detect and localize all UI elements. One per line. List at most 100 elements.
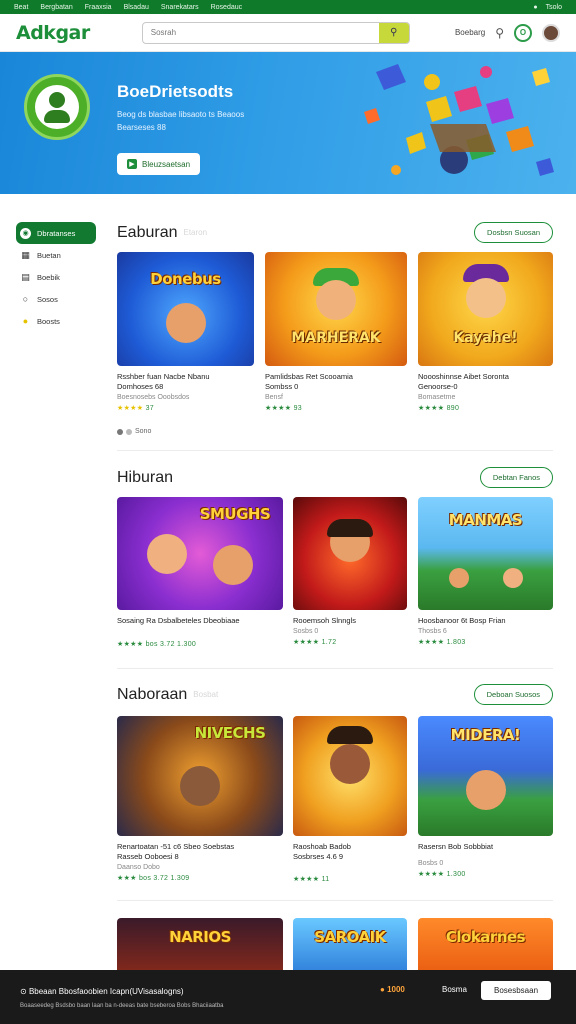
utility-link[interactable]: Beat [14, 4, 28, 11]
game-card[interactable]: Raoshoab Badob Sosbrses 4.6 9 ★★★★ 11 [293, 716, 407, 883]
account-link[interactable]: Boebarg [455, 28, 485, 37]
star-icons: ★★★★ [418, 639, 445, 646]
bell-icon[interactable]: ● [533, 4, 537, 11]
thumbnail-title: MARHERAK [291, 330, 381, 346]
character-face-icon [465, 277, 506, 318]
character-icon [180, 765, 220, 806]
game-card[interactable]: Clokarnes [418, 918, 553, 978]
game-thumbnail[interactable]: SAROAIK [293, 918, 407, 978]
rating: ★★★★ 1.803 [418, 638, 553, 646]
rating-value: 93 [293, 405, 302, 412]
card-title-line: Genoorse-0 [418, 382, 458, 391]
rating-value: 1.300 [446, 871, 466, 878]
section-title: Eaburan [117, 223, 178, 241]
character-icon [165, 302, 206, 343]
game-thumbnail[interactable]: NIVECHS [117, 716, 283, 836]
cookie-message-text: Bbeaan Bbosfaoobien Icapn(UVisasalogns) [28, 987, 184, 996]
game-thumbnail[interactable]: MIDERA! [418, 716, 553, 836]
sidebar-item[interactable]: ○ Sosos [16, 288, 96, 310]
card-title: Hoosbanoor 6t Bosp Frian [418, 616, 506, 625]
play-icon: ▶ [127, 159, 137, 169]
card-meta: Bosbs 0 [418, 860, 444, 867]
game-thumbnail[interactable]: Clokarnes [418, 918, 553, 978]
accept-button[interactable]: Bosesbsaan [481, 981, 551, 1000]
search-input[interactable] [142, 28, 379, 37]
sidebar-item-active[interactable]: ◉ Dbratanses [16, 222, 96, 244]
game-thumbnail[interactable]: MARHERAK [265, 252, 407, 366]
game-card[interactable]: MIDERA! Rasersn Bob Sobbbiat Bosbs 0 ★★★… [418, 716, 553, 878]
see-all-button[interactable]: Dosbsn Suosan [474, 222, 553, 243]
game-card[interactable]: Kayahe! Noooshinnse Aibet Soronta Genoor… [418, 252, 553, 412]
game-card[interactable]: Donebus Rsshber fuan Nacbe Nbanu Domhose… [117, 252, 254, 412]
info-icon: ⊙ [20, 987, 29, 996]
game-thumbnail[interactable] [293, 716, 407, 836]
grid-icon: ▦ [21, 249, 30, 260]
search-icon[interactable]: ⚲ [495, 26, 504, 40]
game-card[interactable]: NARIOS [117, 918, 283, 978]
star-icons: ★★★ [117, 875, 137, 882]
game-card[interactable]: MARHERAK Pamlidsbas Ret Scooamia Sombss … [265, 252, 407, 412]
avatar[interactable] [542, 23, 560, 42]
hero-cta-button[interactable]: ▶ Bleuzsaetsan [117, 153, 201, 175]
wallet-icon[interactable]: O [514, 23, 532, 42]
thumbnail-title: MANMAS [448, 511, 523, 529]
card-title: Noooshinnse Aibet Soronta Genoorse-0 [418, 372, 553, 392]
rating-value: 1.803 [446, 639, 466, 646]
game-card[interactable]: Rooemsoh Slnngls Sosbs 0 ★★★★ 1.72 [293, 497, 407, 646]
section-ghost-label: Etaron [183, 228, 208, 237]
character-icon [146, 533, 187, 574]
search-bar: ⚲ [141, 21, 410, 44]
coin-amount: 1000 [387, 985, 405, 994]
rating: ★★★★ 1.72 [293, 638, 407, 646]
card-title: Sosaing Ra Dsbalbeteles Dbeobiaae [117, 616, 240, 625]
section-ghost-label: Bosbat [193, 690, 219, 699]
sidebar-item[interactable]: ▦ Buetan [16, 244, 96, 266]
rating: ★★★ bos 3.72 1.309 [117, 874, 283, 882]
game-card[interactable]: MANMAS Hoosbanoor 6t Bosp Frian Thosbs 6… [418, 497, 553, 646]
section-divider [117, 668, 553, 669]
coin-balance: ● 1000 [380, 985, 405, 994]
game-thumbnail[interactable]: Donebus [117, 252, 254, 366]
carousel-pager[interactable]: Sono [117, 428, 151, 435]
thumbnail-title: SMUGHS [199, 505, 271, 523]
game-thumbnail[interactable]: Kayahe! [418, 252, 553, 366]
search-icon: ⚲ [390, 27, 398, 38]
sidebar-item-label: Sosos [37, 294, 58, 304]
rating-value: 11 [321, 876, 330, 883]
card-title-line: Rsshber fuan Nacbe Nbanu [117, 372, 210, 381]
thumbnail-title: Clokarnes [445, 928, 526, 946]
hero-banner: BoeDrietsodts Beog ds blasbae libsaoto t… [0, 52, 576, 194]
rating: ★★★★ 890 [418, 404, 553, 412]
see-all-button[interactable]: Deboan Suosos [473, 684, 553, 705]
game-thumbnail[interactable] [293, 497, 407, 610]
rating-value: 890 [446, 405, 460, 412]
star-icons: ★★★★ [418, 405, 445, 412]
section-divider [117, 450, 553, 451]
profile-avatar-icon [24, 74, 90, 140]
search-button[interactable]: ⚲ [378, 22, 409, 43]
sidebar: ◉ Dbratanses ▦ Buetan ▤ Boebik ○ Sosos ●… [16, 222, 96, 332]
card-title-line: Renartoatan -51 c6 Sbeo Soebstas [117, 842, 235, 851]
game-card[interactable]: SMUGHS Sosaing Ra Dsbalbeteles Dbeobiaae… [117, 497, 283, 648]
section-divider [117, 900, 553, 901]
site-logo[interactable]: Adkgar [16, 22, 90, 44]
utility-right-label[interactable]: Tsolo [546, 4, 562, 11]
rating: ★★★★ bos 3.72 1.300 [117, 640, 283, 648]
game-thumbnail[interactable]: NARIOS [117, 918, 283, 978]
utility-link[interactable]: Rosedauc [211, 4, 243, 11]
section-header: Eaburan Etaron Dosbsn Suosan [117, 222, 553, 243]
see-all-button[interactable]: Debtan Fanos [479, 467, 553, 488]
game-thumbnail[interactable]: SMUGHS [117, 497, 283, 610]
sidebar-item[interactable]: ▤ Boebik [16, 266, 96, 288]
utility-link[interactable]: Bergbatan [40, 4, 72, 11]
game-card[interactable]: NIVECHS Renartoatan -51 c6 Sbeo Soebstas… [117, 716, 283, 882]
game-card[interactable]: SAROAIK [293, 918, 407, 978]
utility-link[interactable]: Blsadau [124, 4, 149, 11]
thumbnail-title: SAROAIK [314, 928, 386, 946]
games-link[interactable]: Bosma [442, 985, 467, 994]
thumbnail-title: Kayahe! [453, 330, 518, 346]
utility-link[interactable]: Fraaxsia [85, 4, 112, 11]
game-thumbnail[interactable]: MANMAS [418, 497, 553, 610]
sidebar-item[interactable]: ● Boosts [16, 310, 96, 332]
utility-link[interactable]: Snarekatars [161, 4, 199, 11]
